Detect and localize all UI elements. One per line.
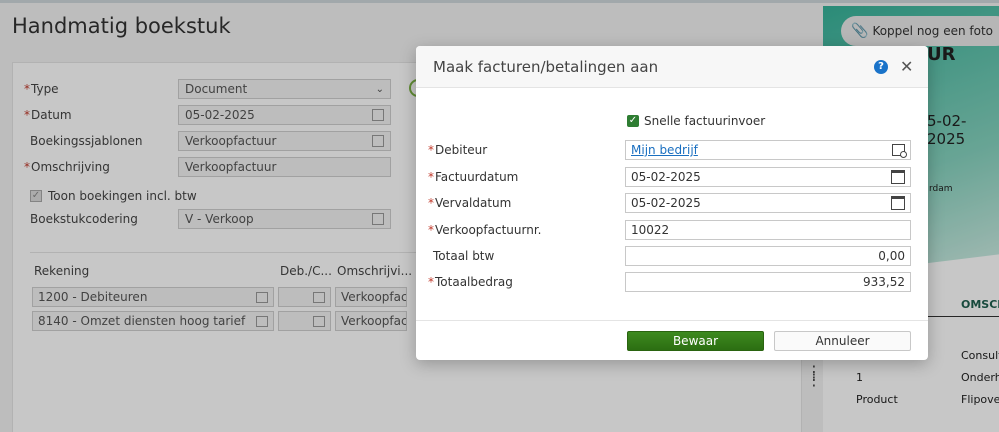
calendar-icon[interactable] [891, 196, 905, 210]
btw-label: Totaal btw [433, 249, 495, 263]
lookup-icon[interactable] [892, 144, 907, 158]
modal-header: Maak facturen/betalingen aan ? ✕ [416, 46, 928, 88]
save-button[interactable]: Bewaar [627, 331, 764, 351]
factuurdatum-field[interactable]: 05-02-2025 [625, 167, 911, 187]
modal-title: Maak facturen/betalingen aan [433, 58, 659, 76]
vervaldatum-label: * Vervaldatum [428, 196, 512, 210]
debiteur-field[interactable]: Mijn bedrijf [625, 140, 911, 160]
factuurdatum-label: * Factuurdatum [428, 170, 519, 184]
check-icon[interactable]: ✓ [627, 115, 639, 127]
factuurnr-field[interactable]: 10022 [625, 220, 911, 240]
vervaldatum-field[interactable]: 05-02-2025 [625, 193, 911, 213]
totaal-field[interactable]: 933,52 [625, 272, 911, 292]
debiteur-link[interactable]: Mijn bedrijf [631, 143, 698, 157]
invoice-modal: Maak facturen/betalingen aan ? ✕ ✓ Snelle… [416, 46, 928, 360]
close-icon[interactable]: ✕ [900, 57, 913, 76]
btw-field[interactable]: 0,00 [625, 246, 911, 266]
factuurnr-label: * Verkoopfactuurnr. [428, 223, 542, 237]
calendar-icon[interactable] [891, 170, 905, 184]
totaal-label: * Totaalbedrag [428, 275, 513, 289]
cancel-button[interactable]: Annuleer [774, 331, 911, 351]
debiteur-label: * Debiteur [428, 143, 488, 157]
snelle-factuurinvoer-checkbox[interactable]: ✓ Snelle factuurinvoer [627, 114, 765, 128]
help-icon[interactable]: ? [874, 60, 888, 74]
modal-footer-divider [416, 320, 928, 321]
